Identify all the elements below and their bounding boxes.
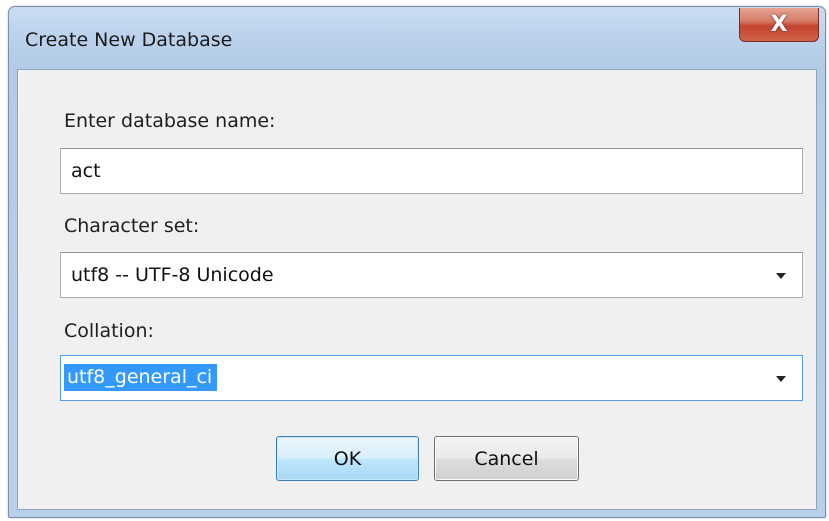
chevron-down-icon[interactable] [776,376,786,382]
title-bar[interactable]: Create New Database X [9,7,825,69]
dialog-body: Enter database name: act Character set: … [17,69,817,510]
database-name-label: Enter database name: [64,110,276,132]
database-name-input[interactable]: act [60,148,803,194]
ok-button[interactable]: OK [276,436,419,481]
dialog-title: Create New Database [25,29,233,51]
close-button[interactable]: X [739,8,819,42]
close-icon: X [770,11,788,37]
cancel-button[interactable]: Cancel [434,436,579,481]
collation-label: Collation: [64,320,154,342]
database-name-value: act [71,160,101,182]
character-set-value: utf8 -- UTF-8 Unicode [71,264,274,286]
character-set-label: Character set: [64,215,200,237]
collation-value: utf8_general_ci [64,364,218,391]
chevron-down-icon[interactable] [776,273,786,279]
dialog-window: Create New Database X Enter database nam… [8,6,826,518]
collation-select[interactable]: utf8_general_ci [60,355,803,401]
character-set-select[interactable]: utf8 -- UTF-8 Unicode [60,252,803,298]
